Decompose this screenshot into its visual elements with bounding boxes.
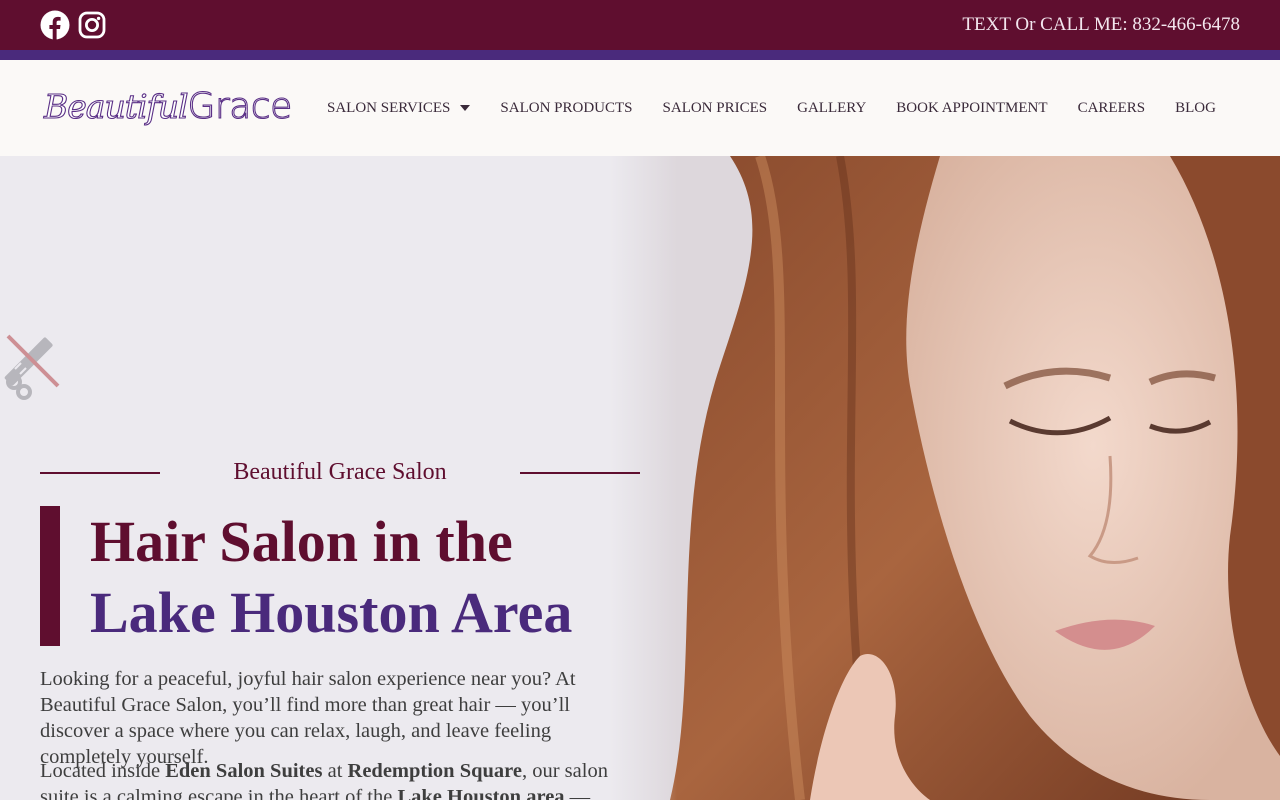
location-redemption-square: Redemption Square — [347, 760, 522, 782]
site-logo[interactable]: Beautiful Grace — [43, 85, 293, 132]
hero-photo — [610, 156, 1280, 800]
phone-contact[interactable]: TEXT Or CALL ME: 832-466-6478 — [962, 14, 1240, 36]
nav-salon-prices[interactable]: SALON PRICES — [648, 98, 783, 118]
location-text-2: at — [322, 760, 348, 782]
location-lake-houston-area: Lake Houston area — [397, 786, 565, 800]
instagram-icon[interactable] — [77, 10, 107, 40]
top-bar: TEXT Or CALL ME: 832-466-6478 — [0, 0, 1280, 50]
nav-blog[interactable]: BLOG — [1160, 98, 1231, 118]
headline-accent-bar — [40, 506, 60, 646]
intro-paragraph: Looking for a peaceful, joyful hair salo… — [40, 668, 576, 768]
top-bar-stripe — [0, 50, 1280, 60]
location-paragraph: Located inside Eden Salon Suites at Rede… — [40, 758, 640, 800]
nav-gallery[interactable]: GALLERY — [782, 98, 881, 118]
nav-salon-services-label: SALON SERVICES — [327, 100, 451, 116]
page-title: Hair Salon in the Lake Houston Area — [90, 506, 572, 648]
nav-book-appointment[interactable]: BOOK APPOINTMENT — [881, 98, 1062, 118]
chevron-down-icon — [460, 105, 471, 111]
location-text-1: Located inside — [40, 760, 166, 782]
nav-salon-services[interactable]: SALON SERVICES — [312, 98, 485, 118]
eyebrow-row: Beautiful Grace Salon — [40, 458, 640, 486]
hero-section: Beautiful Grace Salon Hair Salon in the … — [0, 156, 1280, 800]
social-links — [40, 10, 107, 40]
main-nav: SALON SERVICES SALON PRODUCTS SALON PRIC… — [312, 98, 1231, 118]
nav-careers[interactable]: CAREERS — [1063, 98, 1161, 118]
page-title-line2: Lake Houston Area — [90, 580, 573, 645]
logo-sans-text: Grace — [187, 85, 293, 127]
scissors-comb-icon — [0, 330, 70, 400]
logo-script-text: Beautiful — [43, 86, 189, 126]
facebook-icon[interactable] — [40, 10, 70, 40]
divider-right — [520, 472, 640, 474]
site-header: Beautiful Grace SALON SERVICES SALON PRO… — [0, 60, 1280, 156]
nav-salon-products[interactable]: SALON PRODUCTS — [485, 98, 647, 118]
location-eden-salon-suites: Eden Salon Suites — [165, 760, 323, 782]
page-title-line1: Hair Salon in the — [90, 509, 513, 574]
